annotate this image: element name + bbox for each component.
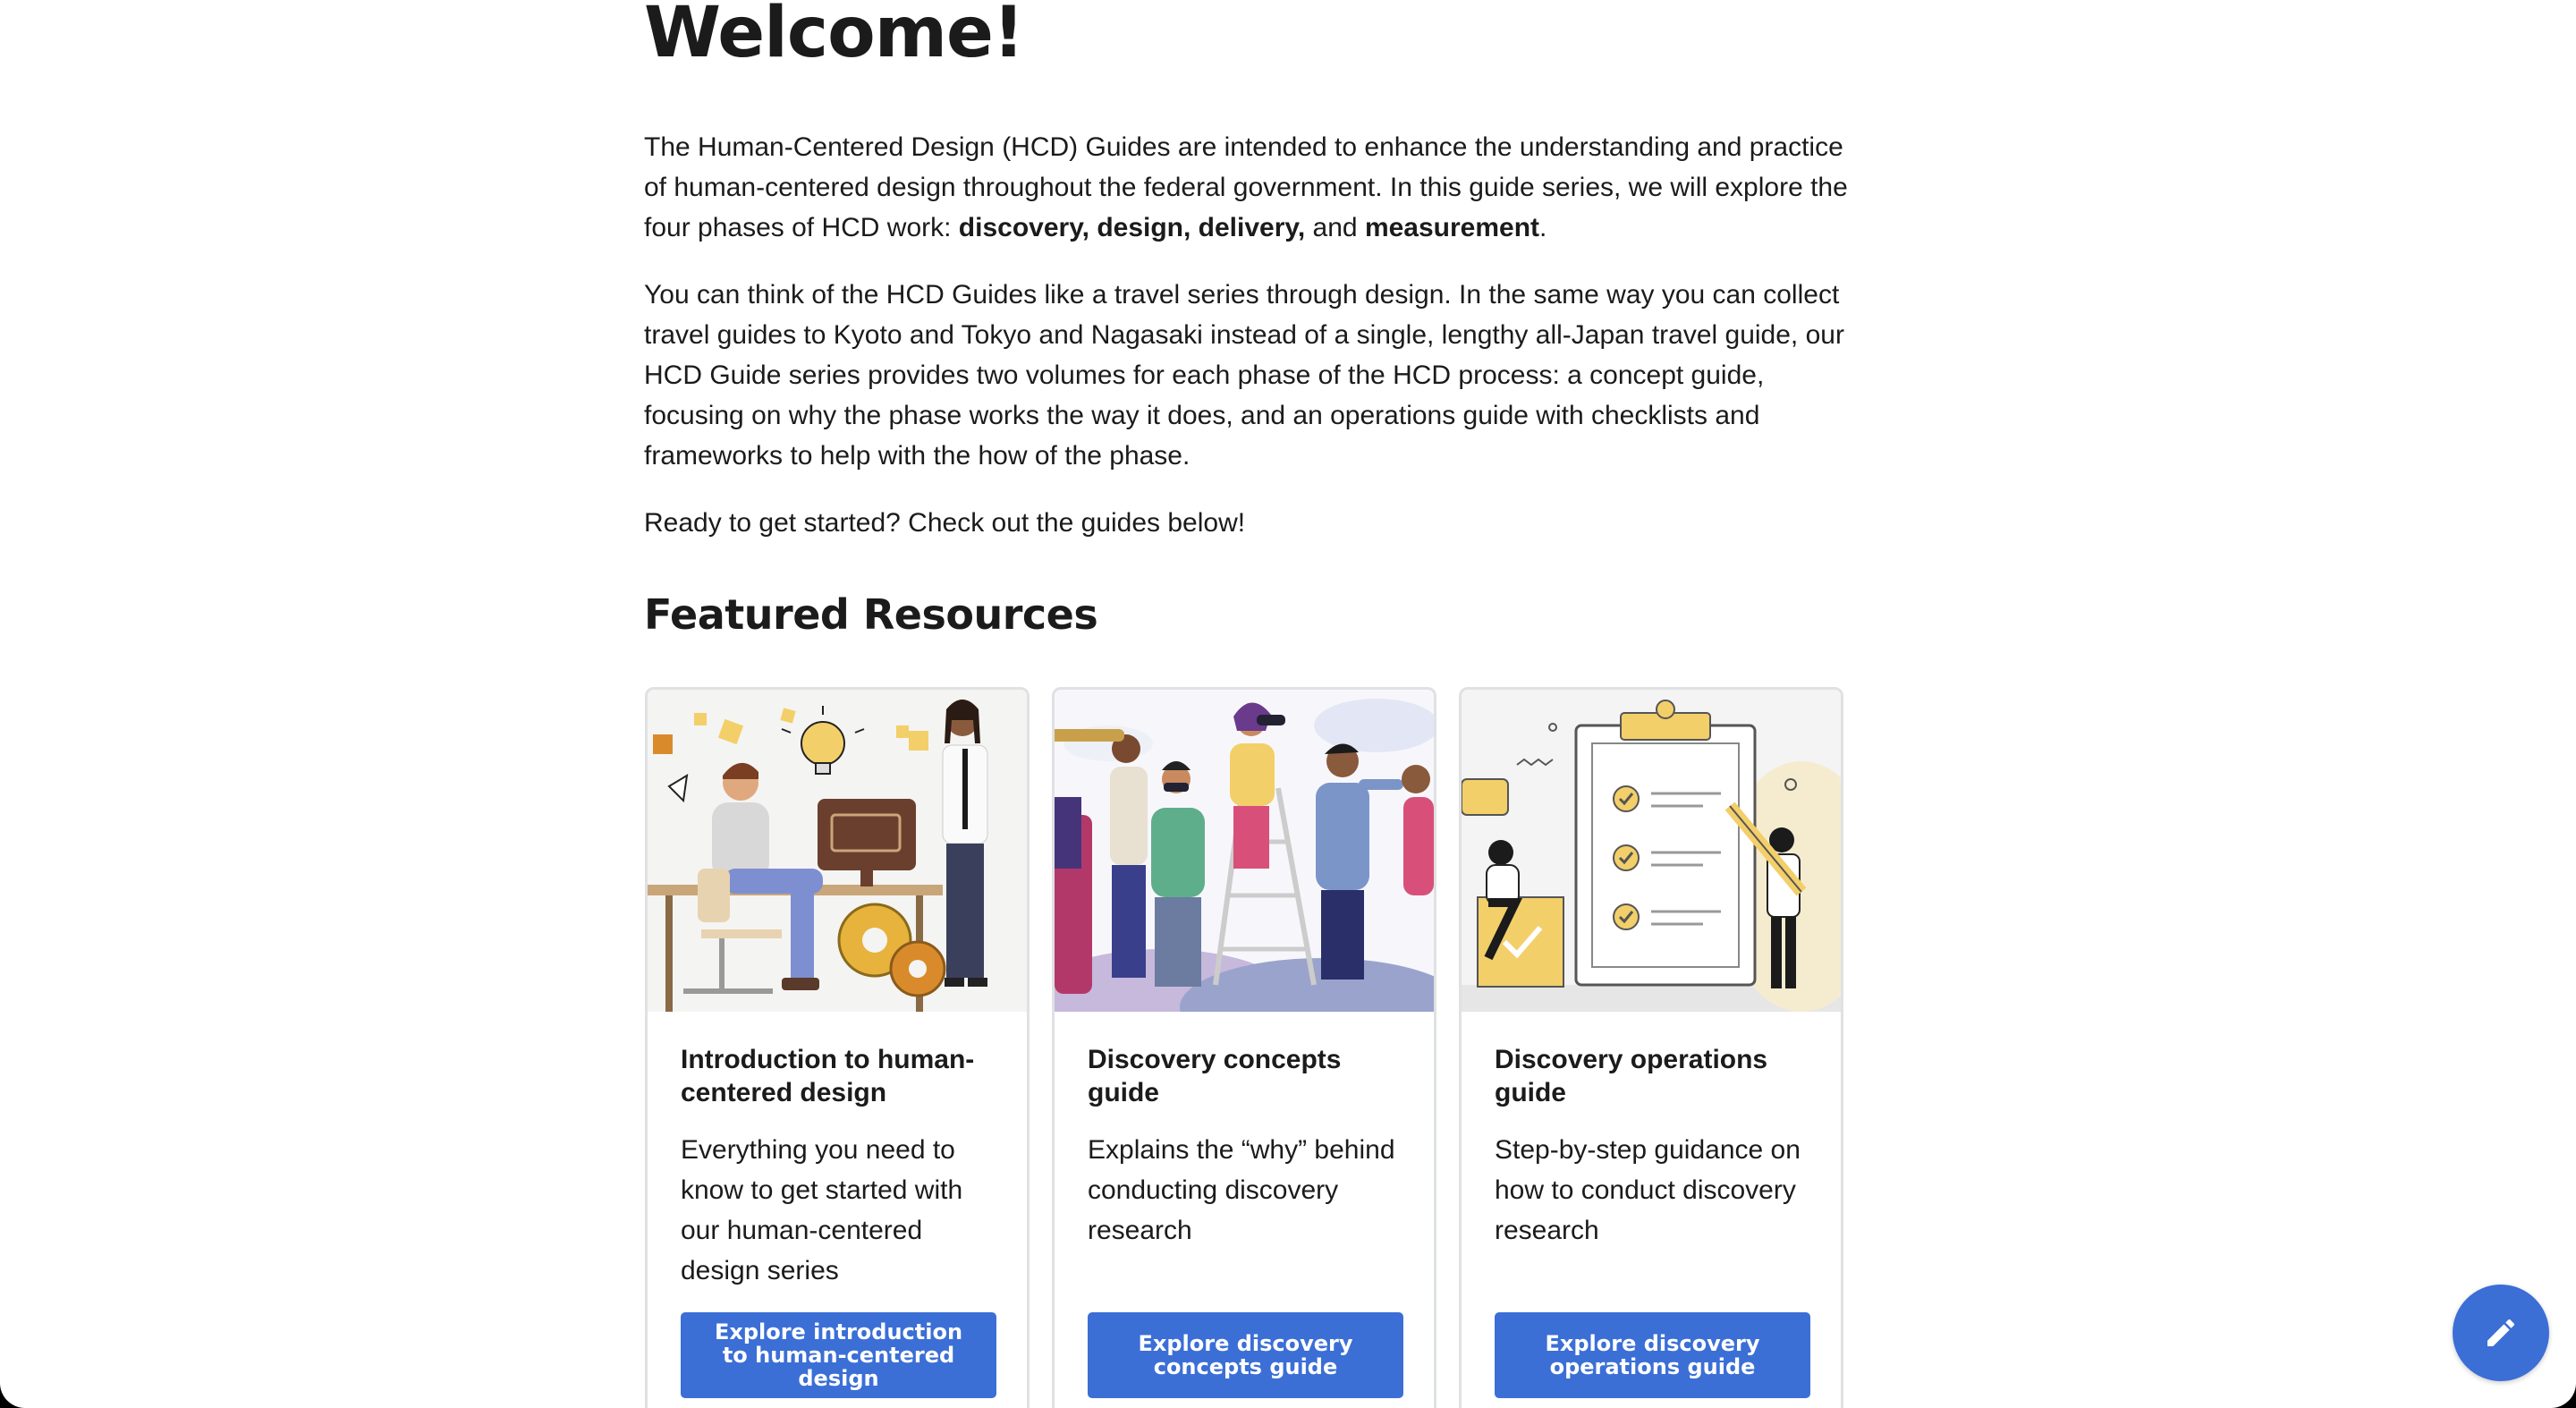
- explore-discovery-concepts-button[interactable]: Explore discovery concepts guide: [1088, 1312, 1403, 1398]
- explore-intro-button[interactable]: Explore introduction to human-centered d…: [681, 1312, 996, 1398]
- featured-resources-heading: Featured Resources: [644, 590, 1098, 639]
- intro-paragraph-3: Ready to get started? Check out the guid…: [644, 508, 1246, 538]
- intro-p1-measurement: measurement: [1364, 213, 1540, 242]
- intro-p1-end: .: [1539, 213, 1547, 242]
- intro-illustration: [648, 690, 1027, 1012]
- resource-card-discovery-operations: Discovery operations guide Step-by-step …: [1459, 687, 1843, 1408]
- resource-card-intro: Introduction to human-centered design Ev…: [645, 687, 1030, 1408]
- intro-paragraph-1: The Human-Centered Design (HCD) Guides a…: [644, 127, 1869, 248]
- resource-card-discovery-concepts: Discovery concepts guide Explains the “w…: [1052, 687, 1436, 1408]
- card-title: Introduction to human-centered design: [681, 1045, 975, 1107]
- edit-button[interactable]: [2453, 1285, 2549, 1381]
- intro-p1-and: and: [1305, 213, 1365, 242]
- explore-discovery-operations-button[interactable]: Explore discovery operations guide: [1495, 1312, 1810, 1398]
- card-description: Everything you need to know to get start…: [681, 1135, 963, 1285]
- card-title: Discovery operations guide: [1495, 1045, 1768, 1107]
- page-title: Welcome!: [644, 0, 1024, 73]
- card-title: Discovery concepts guide: [1088, 1045, 1342, 1107]
- card-description: Explains the “why” behind conducting dis…: [1088, 1135, 1395, 1245]
- page: Welcome! The Human-Centered Design (HCD)…: [0, 0, 2576, 1408]
- intro-p1-phases: discovery, design, delivery,: [958, 213, 1306, 242]
- discovery-concepts-illustration: [1055, 690, 1434, 1012]
- intro-paragraph-2: You can think of the HCD Guides like a t…: [644, 280, 1844, 471]
- pencil-icon: [2487, 1319, 2515, 1346]
- discovery-operations-illustration: [1462, 690, 1841, 1012]
- card-description: Step-by-step guidance on how to conduct …: [1495, 1135, 1801, 1245]
